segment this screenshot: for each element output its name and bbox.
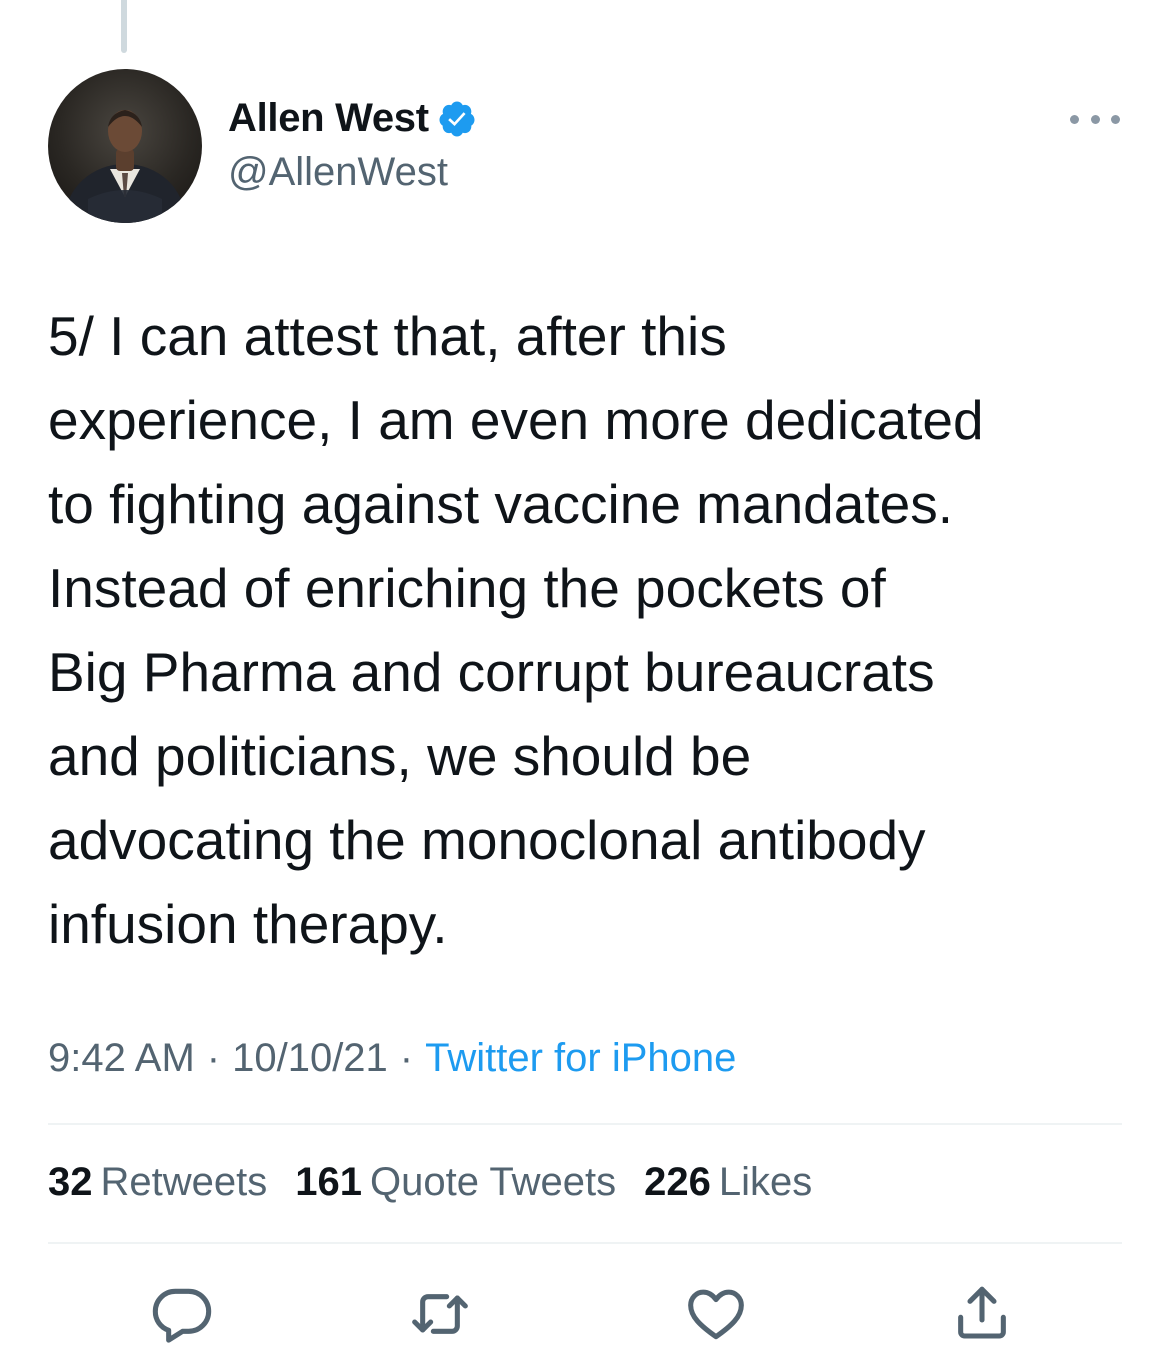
tweet-metadata: 9:42 AM · 10/10/21 · Twitter for iPhone [48, 1036, 736, 1081]
reply-button[interactable] [150, 1282, 214, 1346]
retweet-button[interactable] [408, 1282, 472, 1346]
share-icon [958, 1286, 1006, 1339]
verified-badge-icon [439, 101, 475, 136]
thread-connector-line [121, 0, 127, 53]
avatar[interactable] [48, 69, 202, 223]
reply-icon [152, 1288, 212, 1343]
author-display-name[interactable]: Allen West [228, 96, 429, 141]
meta-separator: · [206, 1036, 221, 1080]
likes-label: Likes [718, 1160, 813, 1204]
tweet-action-bar [0, 1274, 1170, 1343]
author-handle[interactable]: @AllenWest [228, 150, 448, 195]
more-dot [1070, 114, 1079, 124]
divider [48, 1123, 1122, 1125]
more-dot [1111, 114, 1120, 124]
tweet-source-link[interactable]: Twitter for iPhone [425, 1036, 736, 1080]
retweets-stat[interactable]: 32 Retweets [48, 1160, 267, 1205]
like-icon [688, 1289, 744, 1340]
retweets-count: 32 [48, 1160, 93, 1204]
retweet-icon [412, 1294, 468, 1334]
more-dot [1090, 114, 1100, 124]
tweet-time[interactable]: 9:42 AM [48, 1036, 195, 1080]
like-button[interactable] [684, 1282, 748, 1346]
tweet-date[interactable]: 10/10/21 [232, 1036, 388, 1080]
retweets-label: Retweets [100, 1160, 268, 1204]
divider [48, 1242, 1122, 1244]
meta-separator: · [399, 1036, 414, 1080]
engagement-stats: 32 Retweets 161 Quote Tweets 226 Likes [48, 1160, 812, 1205]
likes-stat[interactable]: 226 Likes [644, 1160, 812, 1205]
author-name-row[interactable]: Allen West [228, 96, 477, 141]
share-button[interactable] [950, 1280, 1014, 1344]
likes-count: 226 [644, 1160, 711, 1204]
quote-tweets-count: 161 [295, 1160, 362, 1204]
quote-tweets-stat[interactable]: 161 Quote Tweets [295, 1160, 616, 1205]
more-options-icon[interactable] [1070, 104, 1120, 134]
quote-tweets-label: Quote Tweets [370, 1160, 617, 1204]
tweet-text: 5/ I can attest that, after this experie… [48, 305, 984, 955]
